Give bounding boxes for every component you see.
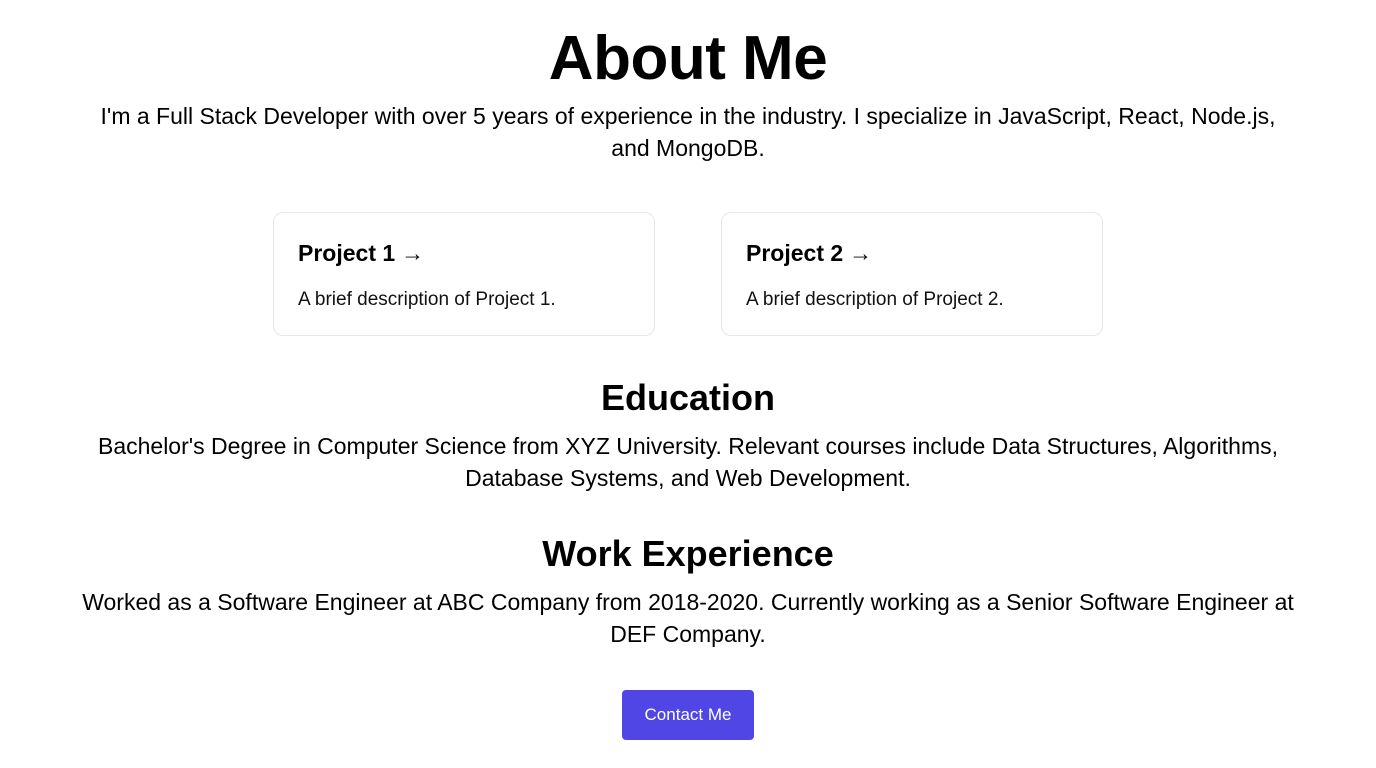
- project-card-1[interactable]: Project 1 → A brief description of Projec…: [273, 212, 655, 336]
- right-arrow-icon: →: [401, 240, 425, 266]
- page-title: About Me: [548, 24, 828, 93]
- project-title-label: Project 1: [298, 240, 396, 266]
- project-card-2[interactable]: Project 2 → A brief description of Projec…: [721, 212, 1103, 336]
- right-arrow-icon: →: [849, 240, 873, 266]
- education-text: Bachelor's Degree in Computer Science fr…: [97, 433, 1278, 491]
- project-card-description: A brief description of Project 2.: [746, 289, 1004, 310]
- contact-me-button[interactable]: Contact Me: [622, 690, 754, 740]
- project-title-label: Project 2: [746, 240, 844, 266]
- project-card-title[interactable]: Project 1 →: [298, 239, 424, 267]
- education-heading: Education: [600, 377, 775, 418]
- intro-text: I'm a Full Stack Developer with over 5 y…: [100, 103, 1276, 161]
- work-experience-heading: Work Experience: [542, 533, 834, 574]
- about-page: About Me I'm a Full Stack Developer with…: [0, 0, 1376, 768]
- work-experience-text: Worked as a Software Engineer at ABC Com…: [82, 589, 1294, 647]
- project-card-title[interactable]: Project 2 →: [746, 239, 872, 267]
- project-card-description: A brief description of Project 1.: [298, 289, 556, 310]
